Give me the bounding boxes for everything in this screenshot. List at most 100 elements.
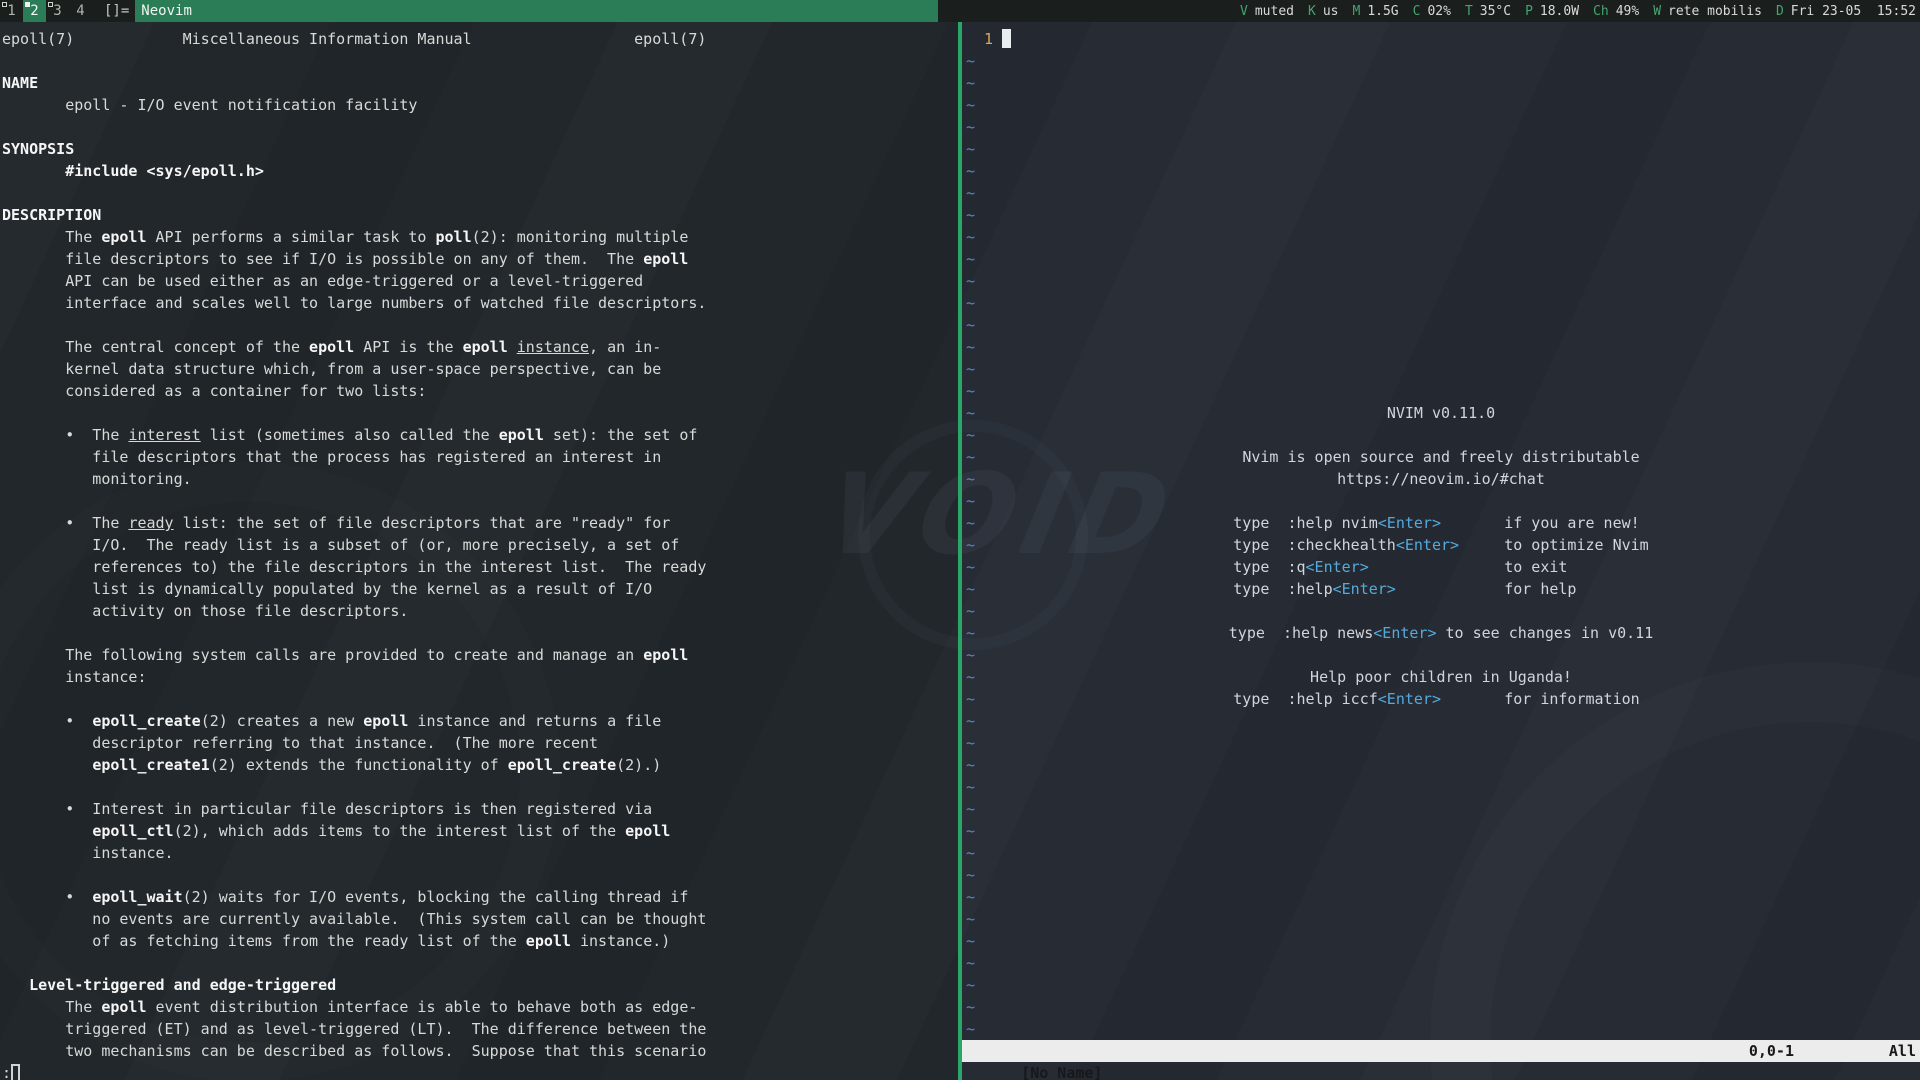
status-key: P [1525, 4, 1533, 19]
nvim-empty-line: ~ [966, 886, 1920, 908]
status-ch: Ch 49% [1593, 4, 1639, 19]
man-line: • The interest list (sometimes also call… [2, 424, 958, 446]
status-key: C [1413, 4, 1421, 19]
nvim-empty-line: ~ [966, 974, 1920, 996]
man-line [2, 864, 958, 886]
nvim-empty-line: ~ [966, 182, 1920, 204]
man-line [2, 182, 958, 204]
man-line: I/O. The ready list is a subset of (or, … [2, 534, 958, 556]
status-d: DFri 23-05 15:52 [1776, 4, 1916, 19]
status-key: T [1465, 4, 1473, 19]
tag-4[interactable]: 4 [69, 0, 92, 22]
man-line: interface and scales well to large numbe… [2, 292, 958, 314]
man-line [2, 688, 958, 710]
tag-client-indicator [2, 2, 7, 7]
window-title: Neovim [135, 0, 938, 22]
man-line: monitoring. [2, 468, 958, 490]
man-line: references to) the file descriptors in t… [2, 556, 958, 578]
status-key: Ch [1593, 4, 1609, 19]
man-line: two mechanisms can be described as follo… [2, 1040, 958, 1062]
man-line: NAME [2, 72, 958, 94]
nvim-pane[interactable]: 1 ~~~~~~~~~~~~~~~~~~~~~~~~~~~~~~~~~~~~~~… [962, 22, 1920, 1080]
man-line: • epoll_wait(2) waits for I/O events, bl… [2, 886, 958, 908]
nvim-scroll-indicator: All [1889, 1040, 1916, 1062]
man-line: descriptor referring to that instance. (… [2, 732, 958, 754]
nvim-intro-line: type :help nvim<Enter> if you are new! [962, 512, 1920, 534]
line-number: 1 [966, 30, 1002, 48]
status-key: D [1776, 4, 1784, 19]
nvim-empty-line: ~ [966, 490, 1920, 512]
tag-2[interactable]: 2 [23, 0, 46, 22]
man-line [2, 314, 958, 336]
nvim-intro-line: https://neovim.io/#chat [962, 468, 1920, 490]
nvim-empty-line: ~ [966, 908, 1920, 930]
nvim-filename: [No Name] [1021, 1064, 1102, 1080]
man-line: • The ready list: the set of file descri… [2, 512, 958, 534]
nvim-empty-line: ~ [966, 600, 1920, 622]
man-line: The following system calls are provided … [2, 644, 958, 666]
nvim-empty-line: ~ [966, 754, 1920, 776]
status-segments: VmutedKusM1.5GC02%T35°CP18.0WCh49%Wrete … [938, 0, 1920, 22]
nvim-ruler: 0,0-1 [1749, 1040, 1794, 1062]
nvim-intro-line: type :help news<Enter> to see changes in… [962, 622, 1920, 644]
status-p: P18.0W [1525, 4, 1579, 19]
nvim-statusline: [No Name] 0,0-1 All [962, 1040, 1920, 1062]
layout-symbol[interactable]: []= [104, 0, 129, 22]
status-key: M [1352, 4, 1360, 19]
man-line: DESCRIPTION [2, 204, 958, 226]
nvim-empty-line: ~ [966, 798, 1920, 820]
man-line: epoll_ctl(2), which adds items to the in… [2, 820, 958, 842]
nvim-empty-line: ~ [966, 270, 1920, 292]
nvim-empty-line: ~ [966, 776, 1920, 798]
tag-label: 2 [30, 3, 38, 19]
man-line: file descriptors to see if I/O is possib… [2, 248, 958, 270]
nvim-empty-line: ~ [966, 72, 1920, 94]
nvim-empty-line: ~ [966, 842, 1920, 864]
nvim-intro-line: type :checkhealth<Enter> to optimize Nvi… [962, 534, 1920, 556]
nvim-empty-line: ~ [966, 644, 1920, 666]
terminal-pane[interactable]: epoll(7) Miscellaneous Information Manua… [0, 22, 958, 1080]
nvim-empty-line: ~ [966, 336, 1920, 358]
man-line: epoll - I/O event notification facility [2, 94, 958, 116]
man-line: triggered (ET) and as level-triggered (L… [2, 1018, 958, 1040]
man-line [2, 952, 958, 974]
man-line: activity on those file descriptors. [2, 600, 958, 622]
tag-1[interactable]: 1 [0, 0, 23, 22]
nvim-empty-line: ~ [966, 820, 1920, 842]
man-line [2, 622, 958, 644]
nvim-empty-line: ~ [966, 424, 1920, 446]
nvim-intro-line: Nvim is open source and freely distribut… [962, 446, 1920, 468]
nvim-empty-line: ~ [966, 94, 1920, 116]
status-value: us [1323, 4, 1339, 19]
nvim-empty-line: ~ [966, 380, 1920, 402]
status-key: W [1653, 4, 1661, 19]
nvim-empty-line: ~ [966, 292, 1920, 314]
status-value: 49% [1616, 4, 1639, 19]
man-line: file descriptors that the process has re… [2, 446, 958, 468]
man-line: #include <sys/epoll.h> [2, 160, 958, 182]
status-v: Vmuted [1240, 4, 1294, 19]
man-line: of as fetching items from the ready list… [2, 930, 958, 952]
nvim-intro-line: type :help iccf<Enter> for information [962, 688, 1920, 710]
status-t: T35°C [1465, 4, 1511, 19]
man-line [2, 50, 958, 72]
man-line: kernel data structure which, from a user… [2, 358, 958, 380]
man-line: SYNOPSIS [2, 138, 958, 160]
tag-3[interactable]: 3 [46, 0, 69, 22]
nvim-empty-line: ~ [966, 226, 1920, 248]
man-line: The epoll API performs a similar task to… [2, 226, 958, 248]
nvim-intro-line: NVIM v0.11.0 [962, 402, 1920, 424]
man-line [2, 116, 958, 138]
window-separator[interactable] [958, 22, 962, 1080]
man-line: epoll(7) Miscellaneous Information Manua… [2, 28, 958, 50]
pager-prompt[interactable]: : [2, 1062, 958, 1080]
window-title-text: Neovim [141, 3, 192, 19]
status-value: 02% [1427, 4, 1450, 19]
status-key: V [1240, 4, 1248, 19]
nvim-empty-line: ~ [966, 50, 1920, 72]
man-line: • epoll_create(2) creates a new epoll in… [2, 710, 958, 732]
nvim-empty-line: ~ [966, 996, 1920, 1018]
man-line: instance: [2, 666, 958, 688]
nvim-empty-line: ~ [966, 160, 1920, 182]
nvim-empty-line: ~ [966, 732, 1920, 754]
